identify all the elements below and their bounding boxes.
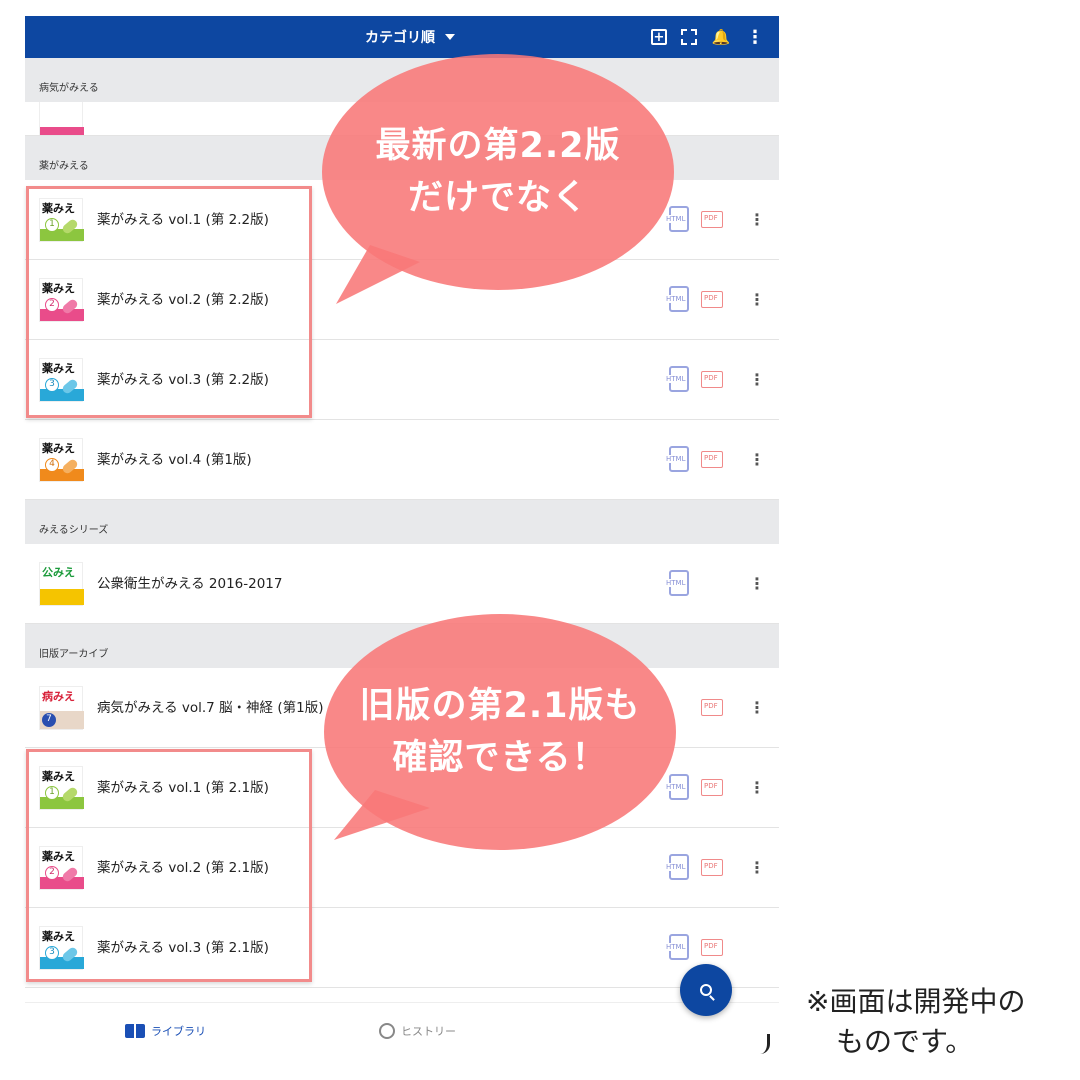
callout-bubble-bottom: 旧版の第2.1版も 確認できる！ bbox=[324, 614, 676, 850]
development-note: ※画面は開発中の ものです。 bbox=[806, 985, 1026, 1058]
callout-bubble-top: 最新の第2.2版 だけでなく bbox=[322, 54, 674, 290]
